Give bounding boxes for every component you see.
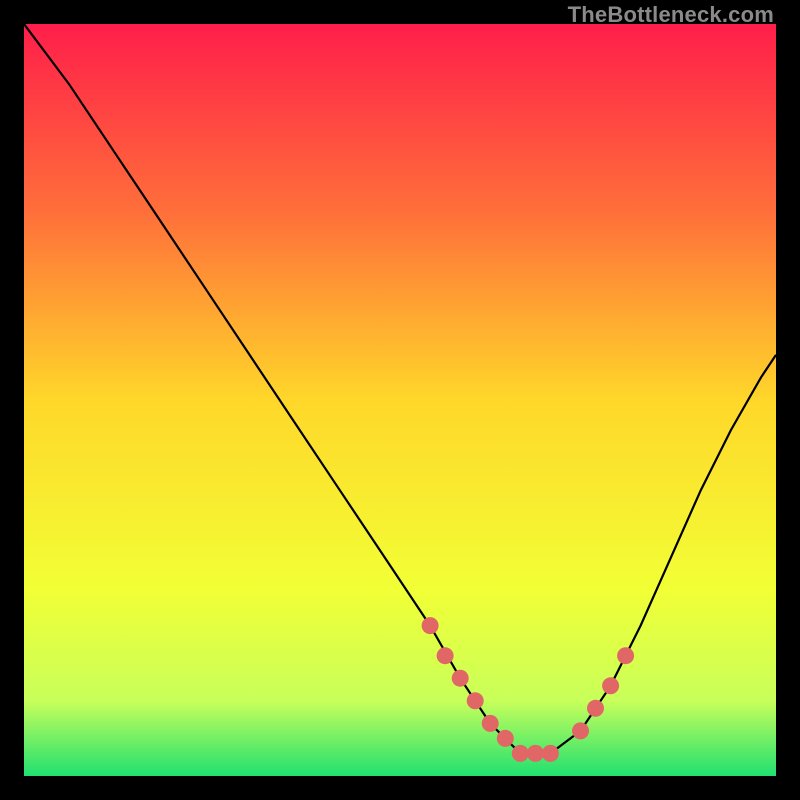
sample-point — [617, 647, 634, 664]
sample-point — [452, 670, 469, 687]
sample-point — [482, 715, 499, 732]
sample-point — [512, 745, 529, 762]
sample-point — [437, 647, 454, 664]
sample-point — [422, 617, 439, 634]
bottleneck-chart — [24, 24, 776, 776]
sample-point — [602, 677, 619, 694]
sample-points — [422, 617, 634, 762]
sample-point — [572, 722, 589, 739]
sample-point — [527, 745, 544, 762]
watermark-text: TheBottleneck.com — [568, 2, 774, 28]
sample-point — [467, 692, 484, 709]
sample-point — [542, 745, 559, 762]
bottleneck-curve — [24, 24, 776, 753]
sample-point — [587, 700, 604, 717]
chart-frame — [24, 24, 776, 776]
sample-point — [497, 730, 514, 747]
